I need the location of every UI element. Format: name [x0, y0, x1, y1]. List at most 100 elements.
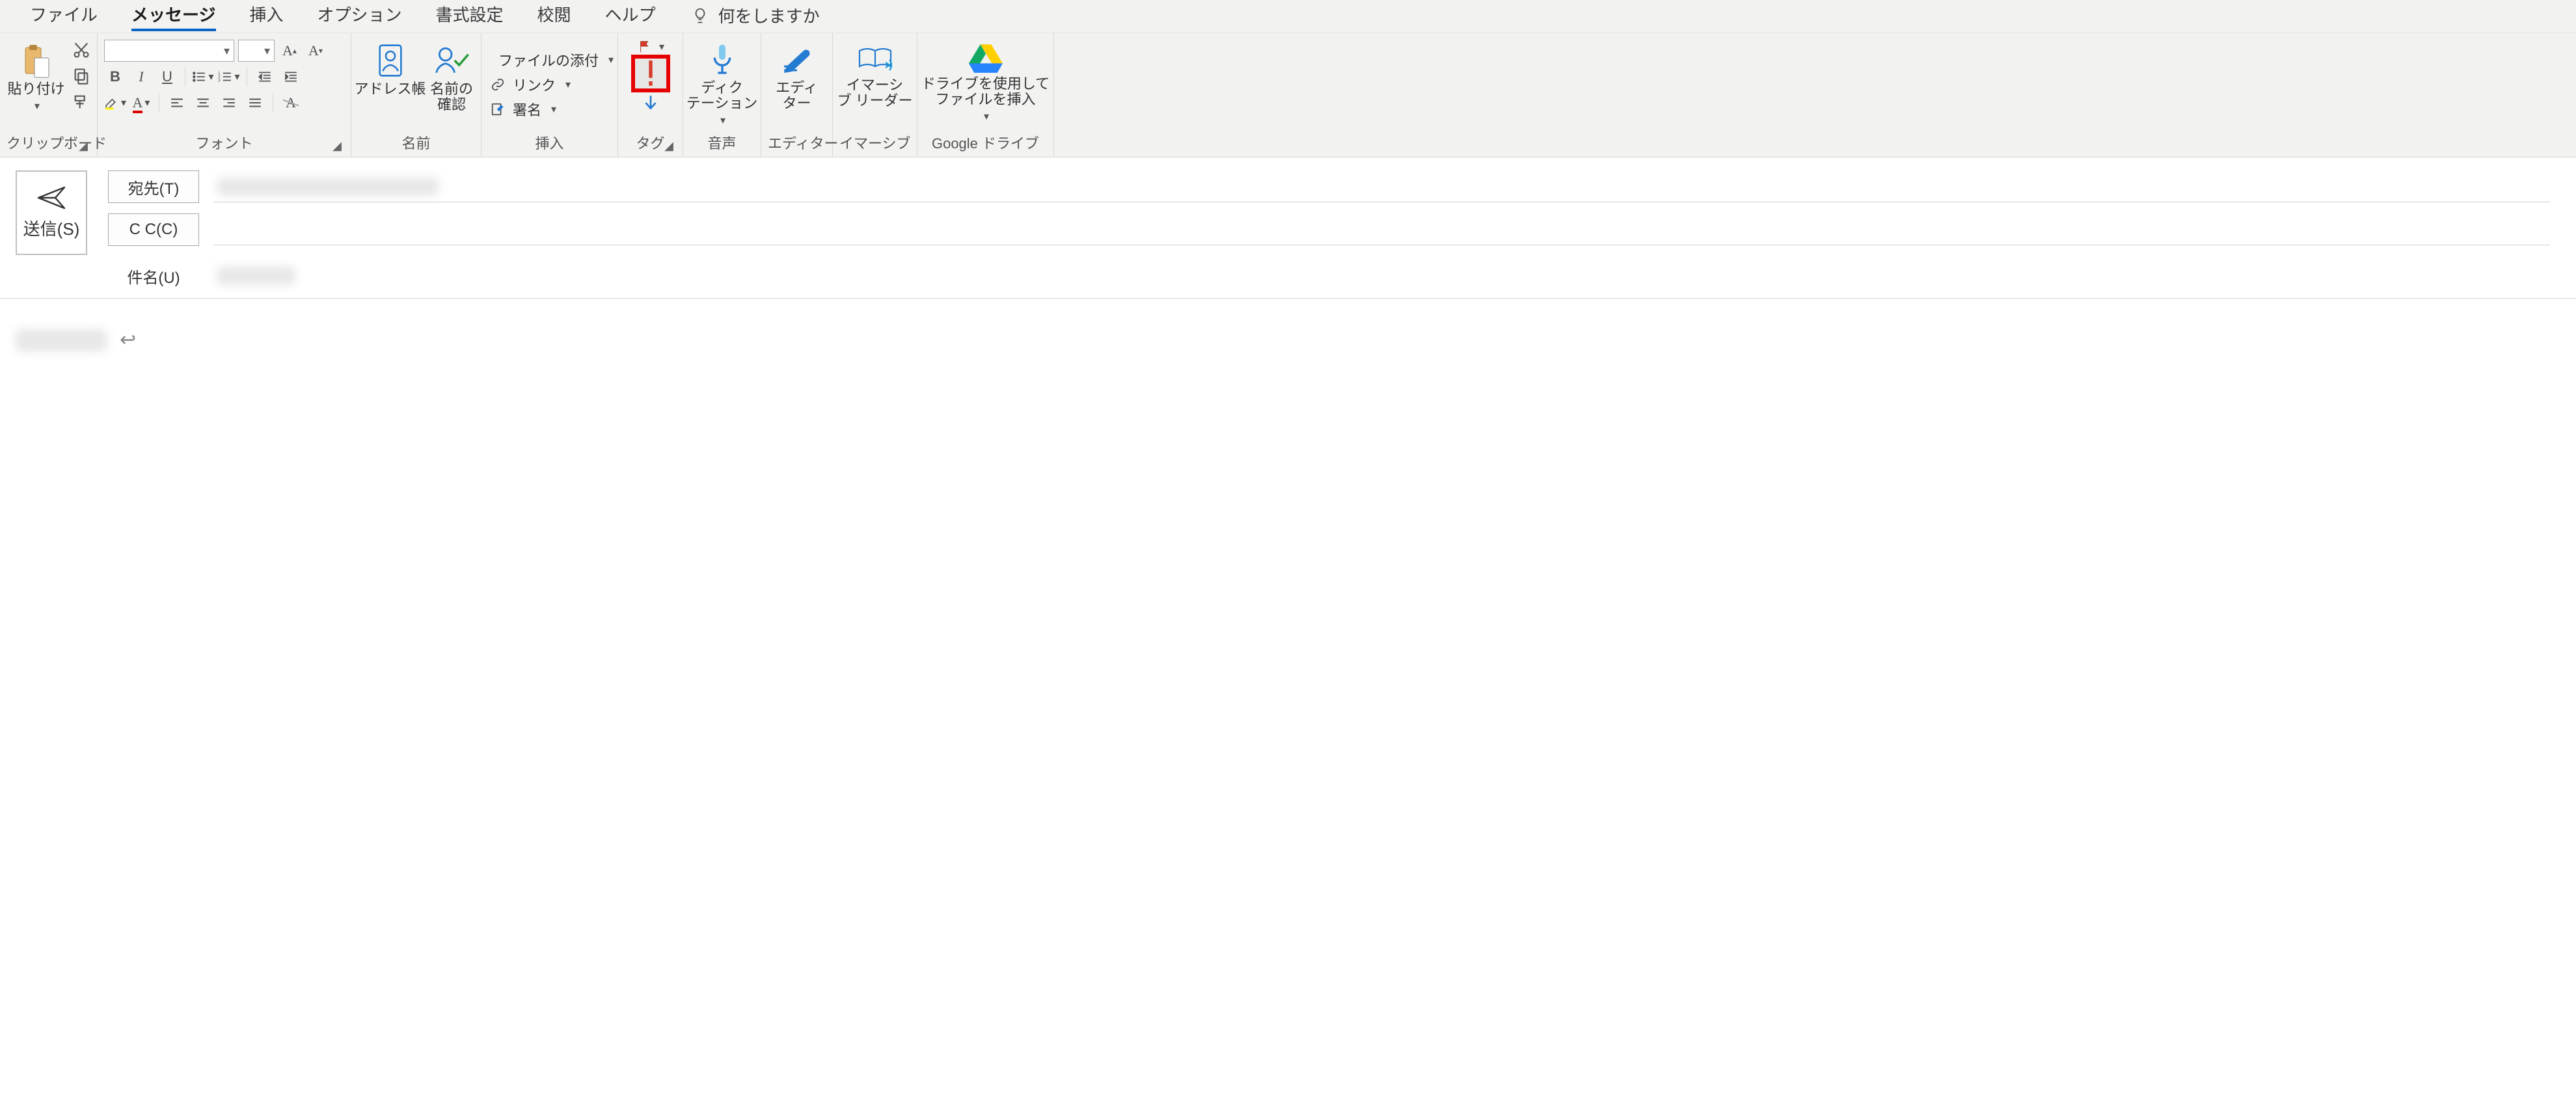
tell-me-search[interactable]: 何をしますか [679, 0, 832, 33]
align-justify-button[interactable] [244, 92, 266, 114]
cut-icon[interactable] [72, 40, 90, 61]
check-names-label: 名前の 確認 [430, 81, 473, 113]
align-left-button[interactable] [166, 92, 188, 114]
group-clipboard-label: クリップボード [7, 135, 107, 152]
align-right-button[interactable] [218, 92, 240, 114]
group-tags-label: タグ [636, 135, 664, 152]
subject-value-redacted [217, 267, 295, 285]
dialog-launcher-icon[interactable]: ◢ [664, 139, 673, 153]
send-button[interactable]: 送信(S) [16, 170, 87, 255]
group-editor: エディ ター エディター [761, 33, 833, 157]
to-value-redacted [217, 178, 439, 196]
increase-font-icon[interactable]: A▴ [278, 40, 301, 62]
italic-button[interactable]: I [130, 66, 152, 88]
to-field[interactable] [213, 171, 2550, 202]
tab-review[interactable]: 校閲 [521, 0, 588, 33]
number-list-button[interactable]: 123▾ [218, 66, 240, 88]
check-names-icon [433, 42, 470, 79]
group-font-label: フォント [195, 135, 252, 152]
subject-label: 件名(U) [108, 265, 199, 288]
dictate-label: ディク テーション [686, 80, 758, 111]
drive-insert-button[interactable]: ドライブを使用して ファイルを挿入▾ [924, 40, 1047, 126]
send-icon [37, 186, 66, 210]
ribbon-tabs: ファイル メッセージ 挿入 オプション 書式設定 校閲 ヘルプ 何をしますか [0, 0, 2576, 33]
font-size-combo[interactable] [238, 40, 275, 62]
chevron-down-icon: ▾ [34, 100, 40, 113]
tab-options[interactable]: オプション [301, 0, 419, 33]
to-button[interactable]: 宛先(T) [108, 170, 199, 203]
ribbon-groups: 貼り付け ▾ クリップボード◢ A▴ A▾ [0, 33, 2576, 157]
subject-field[interactable] [213, 260, 2550, 291]
tell-me-label: 何をしますか [718, 3, 820, 27]
group-immersive-label: イマーシブ [839, 135, 911, 152]
signature-icon [491, 101, 505, 118]
group-font: A▴ A▾ B I U ▾ 123▾ [98, 33, 351, 157]
svg-text:3: 3 [218, 79, 221, 83]
dialog-launcher-icon[interactable]: ◢ [332, 139, 342, 153]
tab-file[interactable]: ファイル [13, 0, 115, 33]
check-names-button[interactable]: 名前の 確認 [429, 40, 474, 115]
editor-label: エディ ター [776, 80, 817, 111]
send-label: 送信(S) [23, 216, 80, 240]
signature-label: 署名 [513, 99, 541, 120]
paragraph-mark: ↩ [120, 329, 136, 351]
bold-button[interactable]: B [104, 66, 126, 88]
exclamation-icon [645, 61, 657, 87]
immersive-reader-label: イマーシ ブ リーダー [837, 77, 912, 109]
tab-help[interactable]: ヘルプ [588, 0, 673, 33]
bullet-list-button[interactable]: ▾ [192, 66, 214, 88]
chevron-down-icon: ▾ [720, 114, 725, 127]
clear-formatting-button[interactable]: A [280, 92, 302, 114]
increase-indent-button[interactable] [280, 66, 302, 88]
paste-button[interactable]: 貼り付け ▾ [7, 40, 66, 115]
signature-button[interactable]: 署名▾ [488, 98, 611, 121]
attach-file-label: ファイルの添付 [498, 49, 599, 70]
group-voice: ディク テーション ▾ 音声 [683, 33, 761, 157]
paste-icon [21, 42, 51, 79]
decrease-indent-button[interactable] [254, 66, 276, 88]
drive-insert-label: ドライブを使用して ファイルを挿入 [921, 76, 1050, 107]
immersive-reader-button[interactable]: イマーシ ブ リーダー [839, 40, 910, 111]
dialog-launcher-icon[interactable]: ◢ [79, 139, 88, 153]
group-insert-label: 挿入 [535, 135, 563, 152]
group-editor-label: エディター [768, 135, 838, 152]
tab-format[interactable]: 書式設定 [419, 0, 521, 33]
tab-insert[interactable]: 挿入 [233, 0, 301, 33]
dictate-button[interactable]: ディク テーション ▾ [690, 40, 754, 129]
follow-up-flag-button[interactable]: ▾ [636, 40, 664, 54]
group-clipboard: 貼り付け ▾ クリップボード◢ [0, 33, 98, 157]
copy-icon[interactable] [72, 66, 90, 87]
group-gdrive-label: Google ドライブ [932, 135, 1039, 152]
tab-message[interactable]: メッセージ [115, 0, 232, 33]
align-center-button[interactable] [192, 92, 214, 114]
font-name-combo[interactable] [104, 40, 234, 62]
highlight-button[interactable]: ▾ [104, 92, 126, 114]
group-insert: ファイルの添付▾ リンク▾ 署名▾ 挿入 [481, 33, 618, 157]
mic-icon [709, 42, 735, 77]
compose-area: 送信(S) 宛先(T) C C(C) 件名(U) [0, 157, 2576, 291]
link-label: リンク [513, 74, 556, 95]
group-names-label: 名前 [401, 135, 430, 152]
editor-button[interactable]: エディ ター [772, 40, 821, 114]
address-book-button[interactable]: アドレス帳 [358, 40, 422, 100]
cc-button[interactable]: C C(C) [108, 213, 199, 246]
low-importance-button[interactable] [642, 93, 659, 113]
body-text-redacted [16, 329, 107, 351]
paste-label: 貼り付け [8, 81, 65, 97]
link-button[interactable]: リンク▾ [488, 73, 611, 96]
format-painter-icon[interactable] [72, 92, 90, 113]
address-book-icon [375, 42, 406, 79]
group-voice-label: 音声 [707, 135, 736, 152]
link-icon [491, 76, 505, 93]
group-immersive: イマーシ ブ リーダー イマーシブ [833, 33, 917, 157]
lightbulb-icon [691, 7, 709, 25]
group-tags: ▾ タグ◢ [618, 33, 683, 157]
decrease-font-icon[interactable]: A▾ [305, 40, 327, 62]
font-color-button[interactable]: A▾ [130, 92, 152, 114]
underline-button[interactable]: U [156, 66, 178, 88]
attach-file-button[interactable]: ファイルの添付▾ [488, 48, 611, 72]
immersive-reader-icon [857, 42, 893, 75]
message-body[interactable]: ↩ [0, 299, 2576, 351]
high-importance-button[interactable] [633, 57, 668, 90]
cc-field[interactable] [213, 214, 2550, 245]
